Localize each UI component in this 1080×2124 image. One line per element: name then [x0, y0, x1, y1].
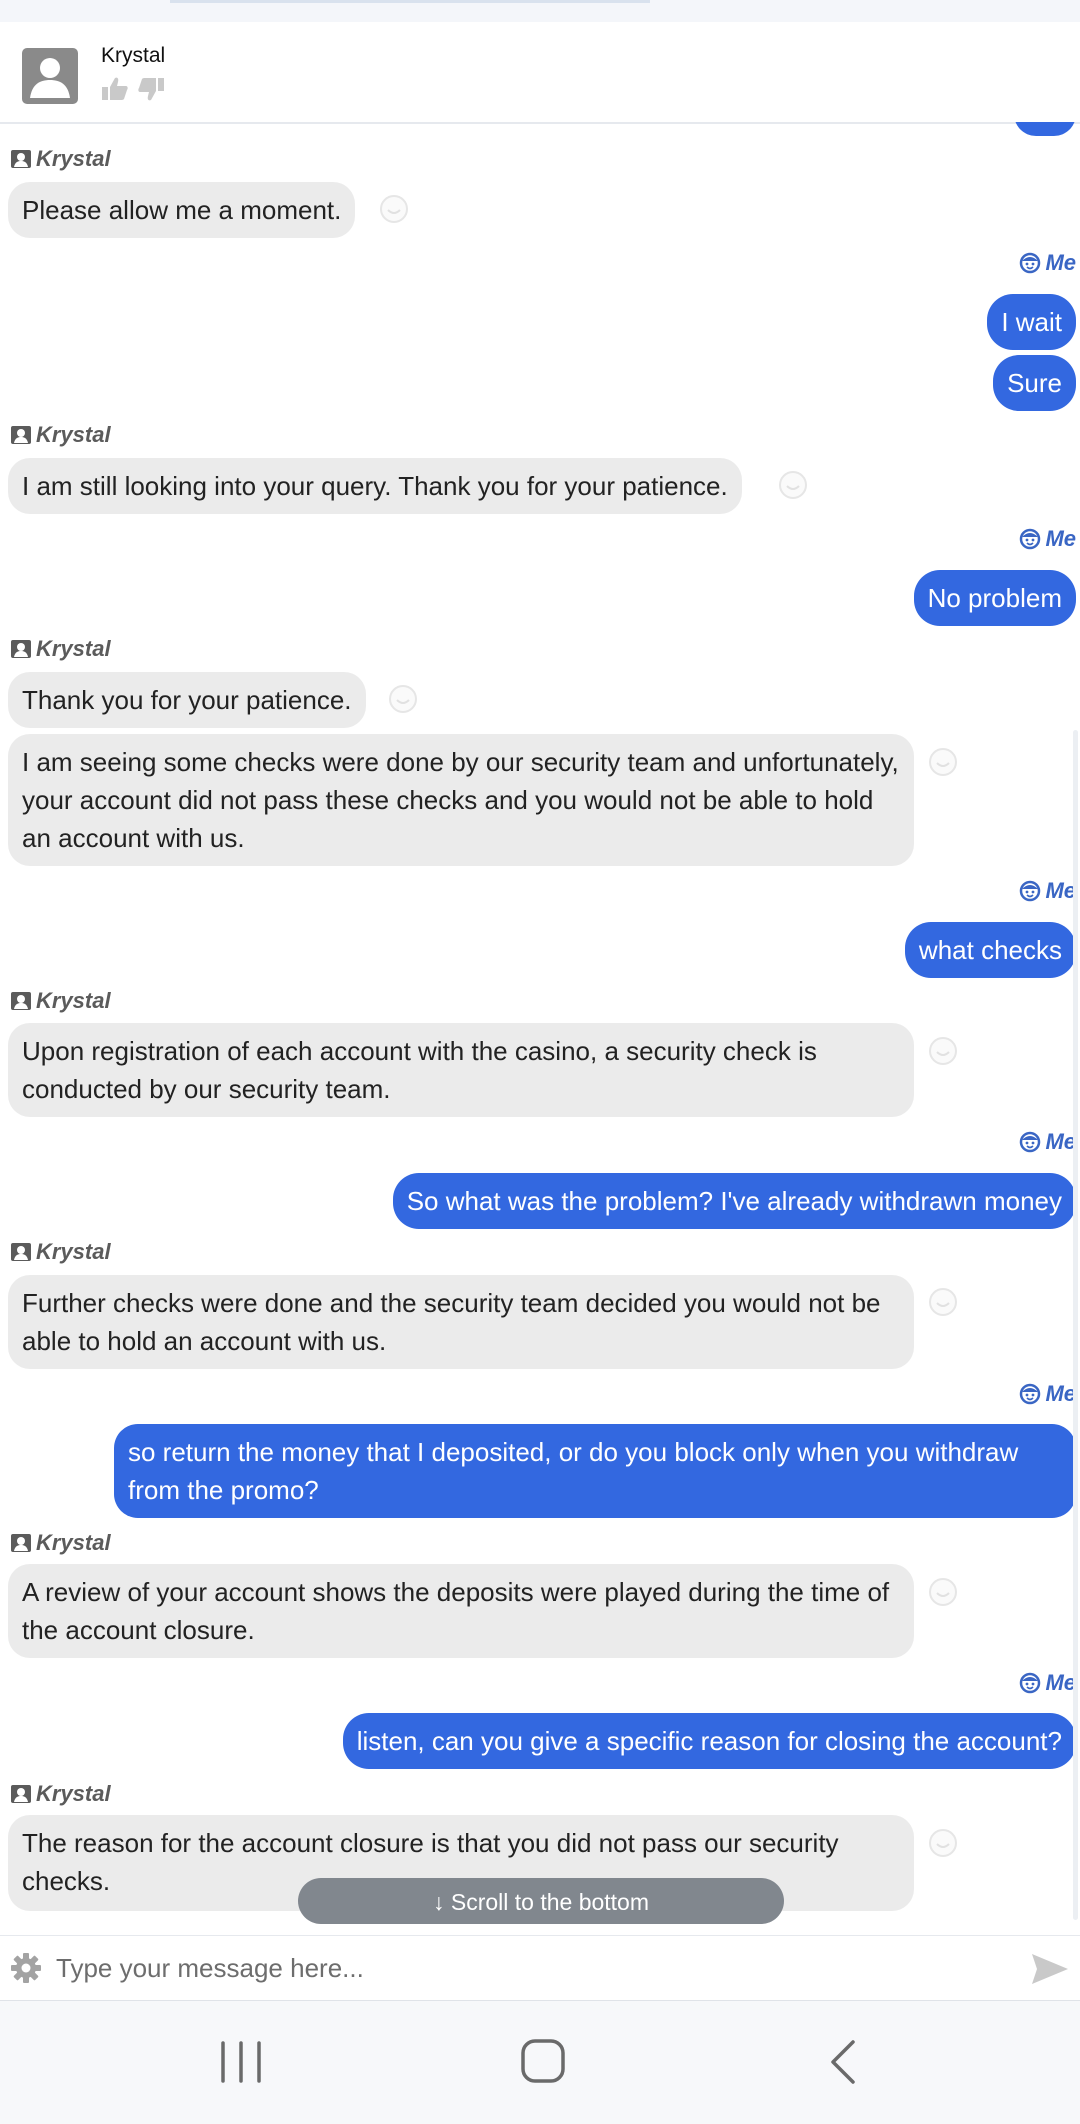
agent-label: Krystal: [10, 422, 111, 448]
message-bubble-partial: [1014, 122, 1076, 136]
my-message: so return the money that I deposited, or…: [114, 1424, 1076, 1518]
contact-card-icon: [11, 640, 31, 658]
contact-card-icon: [11, 1534, 31, 1552]
contact-card-icon: [11, 992, 31, 1010]
agent-name: Krystal: [101, 44, 166, 67]
my-message: what checks: [904, 922, 1076, 978]
agent-message: I am still looking into your query. Than…: [8, 458, 742, 514]
message-input[interactable]: [54, 1944, 1018, 1992]
agent-avatar-icon: [22, 48, 78, 104]
contact-card-icon: [11, 1785, 31, 1803]
me-label: Me: [1019, 878, 1076, 904]
contact-card-icon: [11, 426, 31, 444]
reaction-smiley-icon[interactable]: [928, 1287, 958, 1317]
top-status-strip: [0, 0, 1080, 22]
back-icon[interactable]: [815, 2037, 875, 2087]
smiley-face-icon: [1020, 252, 1041, 274]
smiley-face-icon: [1020, 1131, 1041, 1153]
my-message: So what was the problem? I've already wi…: [392, 1173, 1076, 1229]
agent-message: Please allow me a moment.: [8, 182, 356, 238]
me-label: Me: [1019, 250, 1076, 276]
reaction-smiley-icon[interactable]: [928, 1036, 958, 1066]
thumbs-down-icon[interactable]: [137, 76, 165, 102]
smiley-face-icon: [1020, 528, 1041, 550]
me-label: Me: [1019, 1670, 1076, 1696]
smiley-face-icon: [1020, 880, 1041, 902]
contact-card-icon: [11, 1243, 31, 1261]
agent-label: Krystal: [10, 1239, 111, 1265]
loading-progress-line: [170, 0, 650, 3]
reaction-smiley-icon[interactable]: [928, 1828, 958, 1858]
me-label: Me: [1019, 526, 1076, 552]
my-message: listen, can you give a specific reason f…: [342, 1713, 1076, 1769]
home-icon[interactable]: [513, 2037, 573, 2087]
reaction-smiley-icon[interactable]: [388, 684, 418, 714]
recents-icon[interactable]: [211, 2037, 271, 2087]
reaction-smiley-icon[interactable]: [928, 747, 958, 777]
agent-label: Krystal: [10, 988, 111, 1014]
system-navigation-bar: [0, 2001, 1080, 2124]
agent-label: Krystal: [10, 1530, 111, 1556]
gear-icon[interactable]: [10, 1952, 42, 1984]
chat-header: Krystal: [0, 22, 1080, 124]
smiley-face-icon: [1020, 1383, 1041, 1405]
smiley-face-icon: [1020, 1672, 1041, 1694]
contact-card-icon: [11, 150, 31, 168]
agent-message: A review of your account shows the depos…: [8, 1564, 914, 1658]
thumbs-up-icon[interactable]: [101, 76, 129, 102]
agent-label: Krystal: [10, 636, 111, 662]
agent-message: I am seeing some checks were done by our…: [8, 734, 914, 866]
scroll-to-bottom-button[interactable]: ↓ Scroll to the bottom: [298, 1878, 784, 1924]
my-message: Sure: [993, 355, 1076, 411]
agent-label: Krystal: [10, 1781, 111, 1807]
reaction-smiley-icon[interactable]: [379, 194, 409, 224]
me-label: Me: [1019, 1129, 1076, 1155]
reaction-smiley-icon[interactable]: [928, 1577, 958, 1607]
me-label: Me: [1019, 1381, 1076, 1407]
my-message: I wait: [987, 294, 1076, 350]
agent-label: Krystal: [10, 146, 111, 172]
reaction-smiley-icon[interactable]: [778, 470, 808, 500]
agent-message: Further checks were done and the securit…: [8, 1275, 914, 1369]
my-message: No problem: [913, 570, 1076, 626]
message-composer: [0, 1935, 1080, 2002]
send-icon[interactable]: [1030, 1952, 1070, 1986]
agent-message: Thank you for your patience.: [8, 672, 366, 728]
chat-scrollbar[interactable]: [1073, 730, 1078, 1920]
agent-message: Upon registration of each account with t…: [8, 1023, 914, 1117]
